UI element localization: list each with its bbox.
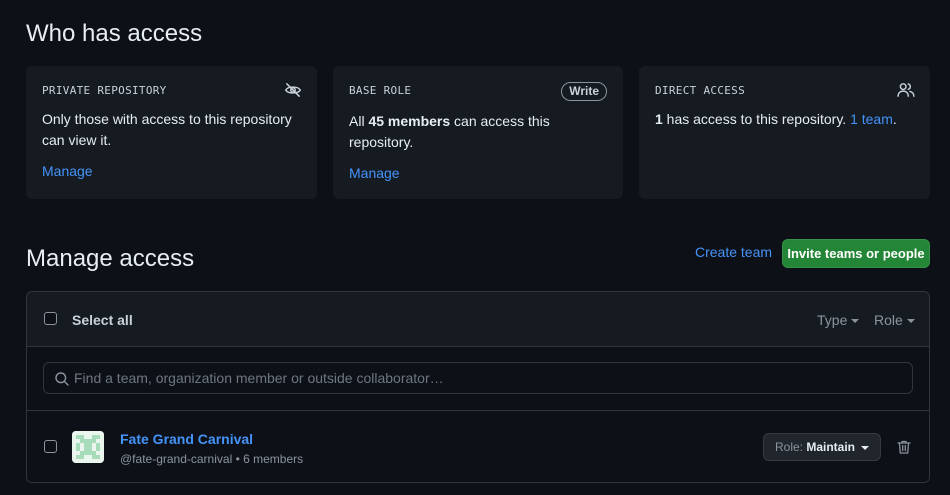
access-list-header: Select all Type Role (27, 292, 929, 347)
create-team-link[interactable]: Create team (695, 244, 772, 260)
team-count-link[interactable]: 1 team (850, 111, 893, 127)
search-icon (55, 372, 69, 386)
role-filter-label: Role (874, 312, 903, 328)
select-all-checkbox[interactable] (44, 312, 57, 325)
avatar (72, 431, 104, 463)
direct-access-text-end: . (892, 111, 897, 127)
member-count: 45 members (368, 113, 451, 129)
team-name-link[interactable]: Fate Grand Carnival (120, 431, 253, 447)
row-checkbox[interactable] (44, 440, 57, 453)
search-box (43, 362, 913, 394)
team-handle: @fate-grand-carnival (120, 452, 233, 466)
direct-access-card: DIRECT ACCESS 1 has access to this repos… (639, 66, 930, 199)
invite-teams-or-people-button[interactable]: Invite teams or people (782, 239, 930, 268)
team-meta: @fate-grand-carnival • 6 members (120, 452, 303, 466)
meta-separator: • (232, 452, 244, 466)
base-role-description: All 45 members can access this repositor… (349, 111, 609, 153)
private-repository-description: Only those with access to this repositor… (42, 111, 292, 148)
type-filter-label: Type (817, 312, 848, 328)
role-value: Maintain (806, 440, 856, 454)
role-select-text: Role: Maintain (775, 440, 855, 454)
direct-access-label: DIRECT ACCESS (655, 84, 745, 97)
type-filter-dropdown[interactable]: Type (817, 312, 860, 328)
trash-icon[interactable] (896, 439, 912, 455)
search-input[interactable] (74, 363, 904, 393)
select-all-label: Select all (72, 312, 133, 328)
chevron-down-icon (861, 446, 870, 450)
private-repository-label: PRIVATE REPOSITORY (42, 84, 167, 97)
people-icon (897, 83, 915, 97)
who-has-access-title: Who has access (26, 20, 203, 47)
manage-visibility-link[interactable]: Manage (42, 163, 93, 179)
direct-access-count: 1 (655, 111, 663, 127)
direct-access-text: has access to this repository. (662, 111, 851, 127)
role-prefix: Role: (774, 440, 807, 454)
chevron-down-icon (851, 319, 860, 323)
direct-access-description: 1 has access to this repository. 1 team. (655, 109, 916, 130)
base-role-label: BASE ROLE (349, 84, 412, 97)
role-select-button[interactable]: Role: Maintain (763, 433, 881, 461)
search-area (27, 347, 929, 411)
base-role-card: BASE ROLE Write All 45 members can acces… (333, 66, 623, 199)
manage-access-title: Manage access (26, 245, 195, 272)
access-list: Select all Type Role Find a team, organi… (26, 291, 930, 483)
table-row: Fate Grand Carnival @fate-grand-carnival… (27, 411, 929, 482)
base-role-text-prefix: All (349, 113, 369, 129)
team-member-count: 6 members (243, 452, 304, 466)
team-identicon (72, 431, 104, 463)
chevron-down-icon (906, 319, 915, 323)
manage-base-role-link[interactable]: Manage (349, 165, 400, 181)
role-filter-dropdown[interactable]: Role (874, 312, 915, 328)
eye-closed-icon (284, 83, 302, 97)
private-repository-card: PRIVATE REPOSITORY Only those with acces… (26, 66, 317, 199)
base-role-badge: Write (561, 82, 607, 101)
